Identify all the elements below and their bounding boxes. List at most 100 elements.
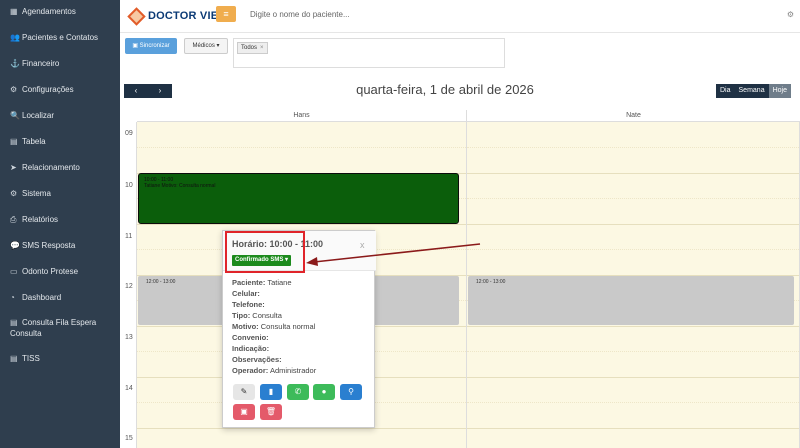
sidebar-item-label: Consulta Fila Espera [22, 318, 97, 327]
detail-key: Telefone: [232, 300, 265, 309]
detail-row: Telefone: [232, 299, 372, 310]
sidebar-item-sistema[interactable]: ⚙ Sistema [0, 188, 120, 199]
hour-label: 10 [125, 182, 133, 189]
hour-label: 09 [125, 130, 133, 137]
send-icon: ➤ [10, 163, 17, 172]
detail-row: Paciente: Tatiane [232, 277, 372, 288]
detail-row: Operador: Administrador [232, 365, 372, 376]
view-day-button[interactable]: Dia [716, 84, 735, 98]
calendar-title: quarta-feira, 1 de abril de 2026 [356, 82, 534, 97]
sidebar-item-configuracoes[interactable]: ⚙ Configurações [0, 84, 120, 95]
sidebar-item-agendamentos[interactable]: ▦ Agendamentos [0, 6, 120, 17]
sidebar-item-dashboard[interactable]: ◔ Dashboard [0, 292, 120, 303]
dashboard-icon: ◔ [10, 293, 15, 302]
detail-row: Celular: [232, 288, 372, 299]
users-icon: 👥 [10, 33, 20, 42]
table-icon: ▤ [10, 137, 18, 146]
list-alt-icon: ▤ [10, 318, 18, 327]
calendar-icon: ▦ [10, 7, 18, 16]
sidebar-item-tiss[interactable]: ▤ TISS [0, 353, 120, 364]
next-day-button[interactable]: › [148, 84, 172, 98]
chat-button[interactable]: ● [313, 384, 335, 400]
menu-toggle-button[interactable]: ≡ [216, 6, 236, 22]
edit-button[interactable]: ✎ [233, 384, 255, 400]
sidebar-item-label: Relacionamento [22, 163, 80, 172]
prev-day-button[interactable]: ‹ [124, 84, 148, 98]
detail-row: Tipo: Consulta [232, 310, 372, 321]
chat-icon: 💬 [10, 241, 20, 250]
detail-value: Tatiane [267, 278, 292, 287]
appointment-event[interactable]: 10:00 - 11:00 Tatiane Motivo: Consulta n… [138, 173, 459, 224]
gear-icon: ⚙ [10, 85, 18, 94]
detail-key: Tipo: [232, 311, 251, 320]
event-text: Tatiane Motivo: Consulta normal [144, 183, 216, 189]
money-icon: ⚓ [10, 59, 20, 68]
document-button[interactable]: ▮ [260, 384, 282, 400]
column-header-hans: Hans [137, 110, 467, 122]
annotation-arrow-icon [306, 243, 481, 266]
tag-remove-icon[interactable]: × [260, 45, 264, 51]
time-column: 09 10 11 12 13 14 15 [122, 122, 137, 448]
detail-key: Paciente: [232, 278, 266, 287]
sidebar-item-label: Localizar [22, 111, 55, 120]
sidebar-item-relacionamento[interactable]: ➤ Relacionamento [0, 162, 120, 173]
logo-diamond-icon [127, 6, 146, 26]
detail-value: Administrador [269, 366, 317, 375]
detail-key: Indicação: [232, 344, 270, 353]
calendar-remove-button[interactable]: ▣ [233, 404, 255, 420]
annotation-highlight-box [225, 231, 305, 273]
view-switcher: Dia Semana Hoje [716, 84, 791, 98]
hour-label: 11 [125, 233, 133, 240]
blocked-event-nate[interactable]: 12:00 - 13:00 [468, 276, 794, 325]
tag-todos: Todos × [237, 42, 268, 54]
patient-search-input[interactable]: Digite o nome do paciente... [250, 10, 350, 19]
sidebar-item-pacientes[interactable]: 👥 Pacientes e Contatos [0, 32, 120, 43]
sidebar-item-label: Odonto Protese [22, 267, 79, 276]
doctor-tag-input[interactable]: Todos × [233, 38, 505, 68]
hour-label: 14 [125, 385, 133, 392]
detail-key: Operador: [232, 366, 269, 375]
sidebar: ▦ Agendamentos 👥 Pacientes e Contatos ⚓ Fin… [0, 0, 120, 448]
search-icon: 🔍 [10, 111, 20, 120]
sidebar-item-fila-espera[interactable]: ▤ Consulta Fila Espera Consulta [0, 317, 120, 339]
detail-key: Motivo: [232, 322, 259, 331]
view-week-button[interactable]: Semana [734, 84, 769, 98]
column-header-nate: Nate [467, 110, 800, 122]
detail-value: Consulta normal [260, 322, 316, 331]
search-button[interactable]: ⚲ [340, 384, 362, 400]
sidebar-item-label: Relatórios [22, 215, 59, 224]
event-time: 12:00 - 13:00 [476, 279, 506, 285]
hour-label: 12 [125, 283, 133, 290]
sidebar-item-tabela[interactable]: ▤ Tabela [0, 136, 120, 147]
detail-key: Observações: [232, 355, 282, 364]
medicos-dropdown[interactable]: Médicos ▾ [184, 38, 228, 54]
logo: DOCTOR VIEW [127, 6, 229, 26]
delete-button[interactable]: 🗑 [260, 404, 282, 420]
detail-row: Convenio: [232, 332, 372, 343]
detail-row: Indicação: [232, 343, 372, 354]
sidebar-item-label-line2: Consulta [10, 329, 42, 338]
whatsapp-button[interactable]: ✆ [287, 384, 309, 400]
settings-icon[interactable]: ⚙ [787, 10, 794, 19]
sidebar-item-label: TISS [22, 354, 40, 363]
sidebar-item-label: Pacientes e Contatos [22, 33, 99, 42]
popover-details: Paciente: Tatiane Celular: Telefone: Tip… [232, 277, 372, 376]
sidebar-item-odonto-protese[interactable]: ▭ Odonto Protese [0, 266, 120, 277]
sidebar-item-financeiro[interactable]: ⚓ Financeiro [0, 58, 120, 69]
cogs-icon: ⚙ [10, 189, 18, 198]
today-button[interactable]: Hoje [768, 84, 791, 98]
sidebar-item-relatorios[interactable]: ⎙ Relatórios [0, 214, 120, 225]
sidebar-item-label: SMS Resposta [22, 241, 76, 250]
sidebar-item-sms-resposta[interactable]: 💬 SMS Resposta [0, 240, 120, 251]
detail-row: Motivo: Consulta normal [232, 321, 372, 332]
sidebar-item-localizar[interactable]: 🔍 Localizar [0, 110, 120, 121]
hour-label: 13 [125, 334, 133, 341]
tiss-icon: ▤ [10, 354, 18, 363]
sidebar-item-label: Tabela [22, 137, 46, 146]
detail-key: Convenio: [232, 333, 269, 342]
sidebar-item-label: Financeiro [22, 59, 60, 68]
sidebar-item-label: Sistema [22, 189, 51, 198]
print-icon: ⎙ [10, 215, 17, 224]
sync-button[interactable]: ▣ Sincronizar [125, 38, 177, 54]
hour-label: 15 [125, 435, 133, 442]
